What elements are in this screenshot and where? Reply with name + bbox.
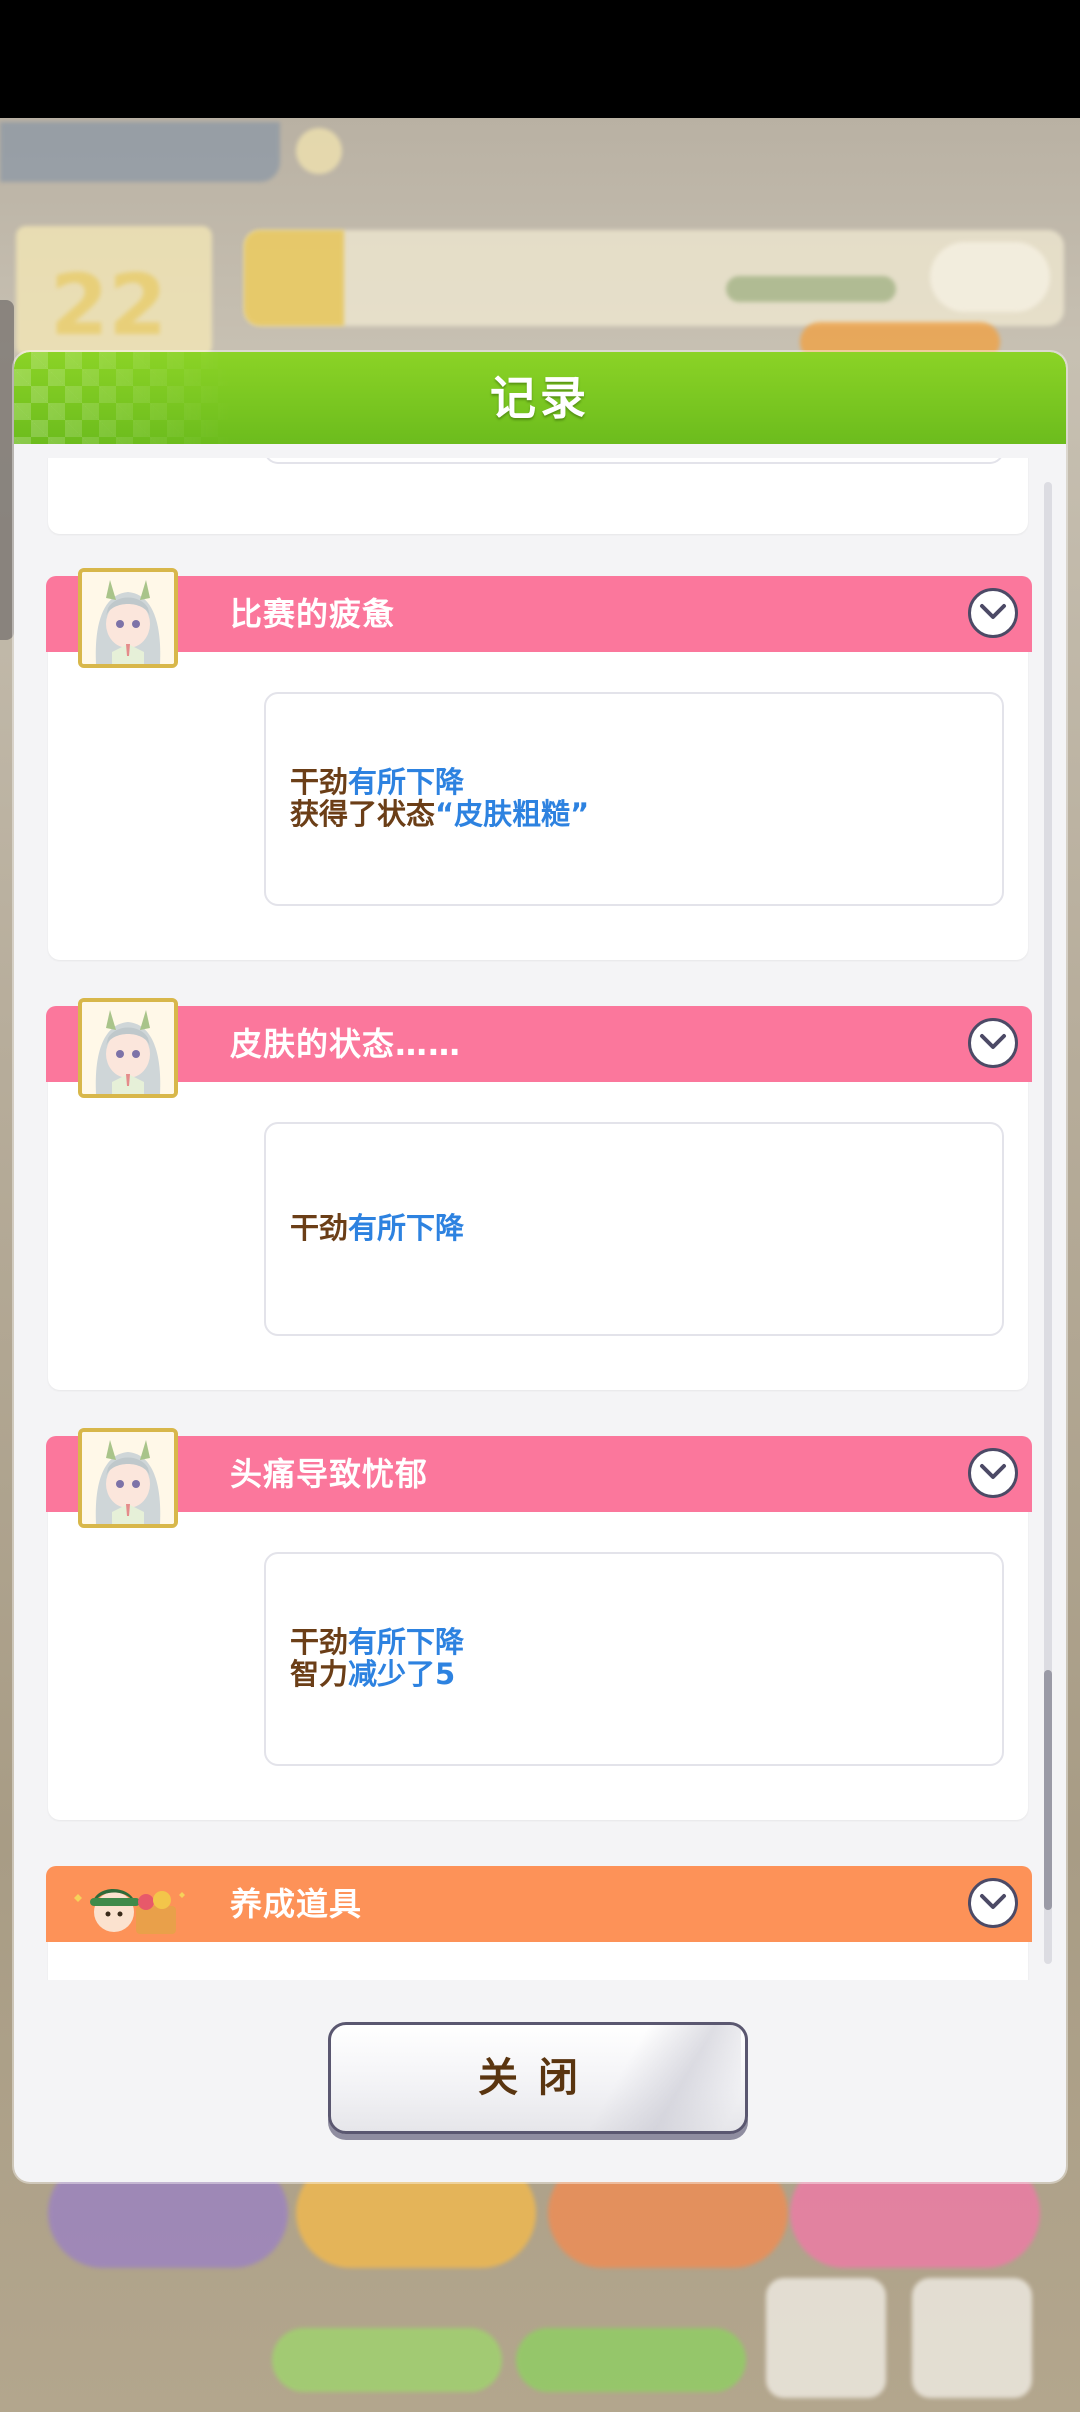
detail-text: 干劲有所下降 智力减少了5	[290, 1626, 464, 1690]
detail-effect: 有所下降	[348, 1625, 465, 1659]
detail-effect: “皮肤粗糙”	[435, 797, 590, 831]
detail-effect: 减少了5	[348, 1657, 456, 1691]
entry-title: 皮肤的状态……	[230, 1025, 462, 1063]
entry-title: 比赛的疲惫	[230, 595, 396, 633]
character-avatar	[78, 998, 178, 1098]
entry-card	[48, 458, 1028, 534]
detail-box: 干劲有所下降 智力减少了5	[264, 1552, 1004, 1766]
expand-chevron-icon[interactable]	[968, 588, 1018, 638]
entry-header-bar[interactable]: 养成道具	[46, 1866, 1032, 1942]
detail-subject: 干劲	[290, 1625, 349, 1659]
expand-chevron-icon[interactable]	[968, 1018, 1018, 1068]
entry-header-bar[interactable]: 头痛导致忧郁	[46, 1436, 1032, 1512]
detail-subject: 干劲	[290, 1211, 349, 1245]
detail-effect: 有所下降	[348, 1211, 465, 1245]
expand-chevron-icon[interactable]	[968, 1878, 1018, 1928]
log-list[interactable]: 比赛的疲惫 干劲有所下降 获得了状态“皮肤粗糙” 皮肤的状态…… 干劲有所下降 …	[46, 458, 1032, 1980]
detail-box: 干劲有所下降 获得了状态“皮肤粗糙”	[264, 692, 1004, 906]
close-button-label: 关闭	[478, 2055, 598, 2101]
detail-box: 干劲有所下降	[264, 1122, 1004, 1336]
status-bar	[0, 0, 1080, 118]
shop-character-icon	[70, 1874, 190, 1944]
dialog-header: 记录	[14, 352, 1066, 444]
scrollbar-thumb[interactable]	[1044, 1670, 1052, 1910]
detail-text: 干劲有所下降	[290, 1212, 464, 1244]
entry-title: 养成道具	[230, 1885, 363, 1923]
log-dialog: 记录 比赛的疲惫 干劲有所下降 获得了状态“皮肤粗糙” 皮肤的状态…… 干劲有所…	[14, 352, 1066, 2182]
detail-box	[264, 458, 1004, 464]
dialog-title: 记录	[490, 371, 590, 425]
character-avatar	[78, 1428, 178, 1528]
expand-chevron-icon[interactable]	[968, 1448, 1018, 1498]
detail-subject: 智力	[290, 1657, 349, 1691]
detail-effect: 有所下降	[348, 765, 465, 799]
character-avatar	[78, 568, 178, 668]
side-drawer-handle[interactable]	[0, 300, 14, 640]
detail-subject: 获得了状态	[290, 797, 436, 831]
detail-text: 干劲有所下降 获得了状态“皮肤粗糙”	[290, 766, 589, 830]
day-counter: 22	[50, 256, 167, 354]
detail-subject: 干劲	[290, 765, 349, 799]
entry-header-bar[interactable]: 皮肤的状态……	[46, 1006, 1032, 1082]
entry-header-bar[interactable]: 比赛的疲惫	[46, 576, 1032, 652]
close-button[interactable]: 关闭	[328, 2022, 748, 2134]
entry-title: 头痛导致忧郁	[230, 1455, 429, 1493]
